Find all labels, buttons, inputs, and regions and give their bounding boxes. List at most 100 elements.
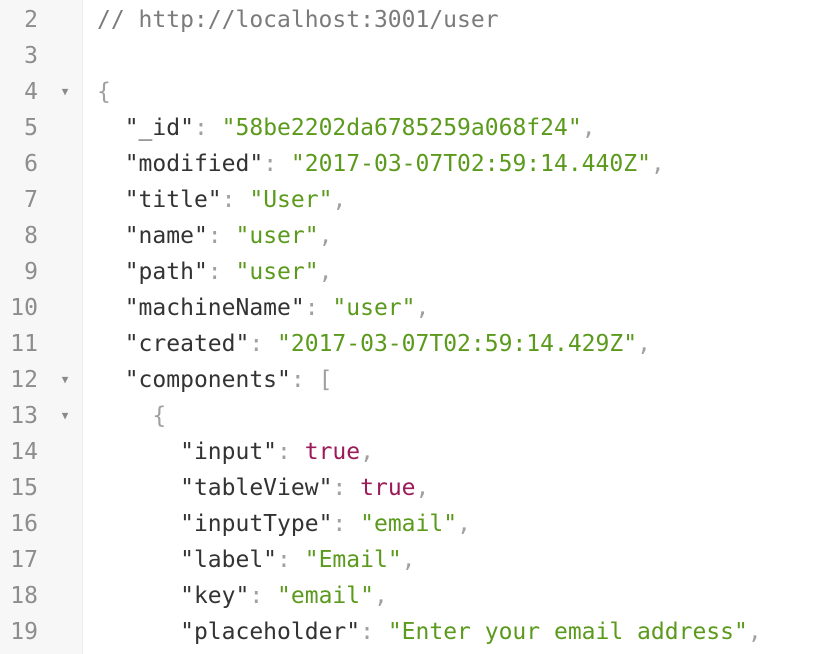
colon-separator: : <box>277 547 305 573</box>
code-text: "path": "user", <box>97 254 333 290</box>
code-line[interactable]: 11 "created": "2017-03-07T02:59:14.429Z"… <box>0 326 837 362</box>
code-line[interactable]: 5 "_id": "58be2202da6785259a068f24", <box>0 110 837 146</box>
code-line[interactable]: 2 // http://localhost:3001/user <box>0 2 837 38</box>
code-text: "key": "email", <box>97 578 388 614</box>
code-line[interactable]: 4 ▼ { <box>0 74 837 110</box>
code-text: "components": [ <box>97 362 333 398</box>
json-key: "created" <box>124 331 250 357</box>
colon-separator: : <box>360 619 388 645</box>
code-line[interactable]: 6 "modified": "2017-03-07T02:59:14.440Z"… <box>0 146 837 182</box>
code-line[interactable]: 7 "title": "User", <box>0 182 837 218</box>
code-text: "placeholder": "Enter your email address… <box>97 614 762 650</box>
fold-arrow-icon[interactable]: ▼ <box>58 74 72 110</box>
code-text: "name": "user", <box>97 218 333 254</box>
colon-separator: : <box>290 367 319 393</box>
fold-arrow-icon[interactable]: ▼ <box>58 398 72 434</box>
code-text: "input": true, <box>97 434 374 470</box>
json-key: "inputType" <box>180 511 333 537</box>
code-line[interactable]: 9 "path": "user", <box>0 254 837 290</box>
json-key: "name" <box>124 223 208 249</box>
line-number: 15 <box>10 475 38 501</box>
code-text: "inputType": "email", <box>97 506 471 542</box>
colon-separator: : <box>249 583 278 609</box>
line-number: 2 <box>24 7 38 33</box>
json-key: "machineName" <box>124 295 305 321</box>
comma: , <box>318 223 333 249</box>
colon-separator: : <box>207 223 236 249</box>
fold-arrow-icon[interactable]: ▼ <box>58 362 72 398</box>
json-string: "user" <box>235 223 319 249</box>
comma: , <box>360 439 374 465</box>
json-key: "path" <box>124 259 208 285</box>
line-number: 5 <box>24 115 38 141</box>
code-text: "tableView": true, <box>97 470 429 506</box>
line-number: 11 <box>10 331 38 357</box>
json-key: "input" <box>180 439 278 465</box>
line-number: 19 <box>10 619 38 645</box>
code-text: { <box>97 74 111 110</box>
line-number: 14 <box>10 439 38 465</box>
line-number: 6 <box>24 151 38 177</box>
comma: , <box>373 583 388 609</box>
code-text: "title": "User", <box>97 182 347 218</box>
colon-separator: : <box>332 475 361 501</box>
line-number: 7 <box>24 187 38 213</box>
code-line[interactable]: 10 "machineName": "user", <box>0 290 837 326</box>
line-number: 13 <box>10 403 38 429</box>
comma: , <box>415 295 430 321</box>
line-number: 4 <box>24 79 38 105</box>
code-line[interactable]: 18 "key": "email", <box>0 578 837 614</box>
code-line[interactable]: 3 <box>0 38 837 74</box>
code-comment: // http://localhost:3001/user <box>97 7 499 33</box>
code-text: "modified": "2017-03-07T02:59:14.440Z", <box>97 146 665 182</box>
colon-separator: : <box>304 295 333 321</box>
line-number: 18 <box>10 583 38 609</box>
code-line[interactable]: 17 "label": "Email", <box>0 542 837 578</box>
json-string: "2017-03-07T02:59:14.440Z" <box>290 151 651 177</box>
code-text: "created": "2017-03-07T02:59:14.429Z", <box>97 326 651 362</box>
json-string: "user" <box>332 295 416 321</box>
json-key: "components" <box>124 367 291 393</box>
comma: , <box>581 115 596 141</box>
open-bracket: { <box>152 403 167 429</box>
json-string: "Email" <box>304 547 402 573</box>
json-string: "58be2202da6785259a068f24" <box>221 115 582 141</box>
line-number: 12 <box>10 367 38 393</box>
line-number: 16 <box>10 511 38 537</box>
code-line[interactable]: 8 "name": "user", <box>0 218 837 254</box>
json-key: "_id" <box>124 115 194 141</box>
comma: , <box>401 547 416 573</box>
code-line[interactable]: 19 "placeholder": "Enter your email addr… <box>0 614 837 650</box>
comma: , <box>332 187 347 213</box>
code-lines[interactable]: 2 // http://localhost:3001/user 3 4 ▼ {5 "_id… <box>0 2 837 650</box>
json-string: "User" <box>249 187 333 213</box>
colon-separator: : <box>277 439 305 465</box>
json-key: "modified" <box>124 151 264 177</box>
line-number: 10 <box>10 295 38 321</box>
code-line[interactable]: 13 ▼ { <box>0 398 837 434</box>
open-bracket: [ <box>318 367 333 393</box>
code-line[interactable]: 16 "inputType": "email", <box>0 506 837 542</box>
colon-separator: : <box>332 511 361 537</box>
line-number: 8 <box>24 223 38 249</box>
comma: , <box>457 511 471 537</box>
code-editor[interactable]: 2 // http://localhost:3001/user 3 4 ▼ {5 "_id… <box>0 0 837 654</box>
code-text: "machineName": "user", <box>97 290 430 326</box>
json-string: "Enter your email address" <box>387 619 748 645</box>
line-number: 9 <box>24 259 38 285</box>
code-text: "label": "Email", <box>97 542 416 578</box>
line-number: 3 <box>24 43 38 69</box>
json-boolean: true <box>304 439 361 465</box>
code-line[interactable]: 15 "tableView": true, <box>0 470 837 506</box>
json-key: "title" <box>124 187 222 213</box>
comma: , <box>650 151 665 177</box>
code-line[interactable]: 14 "input": true, <box>0 434 837 470</box>
line-number: 17 <box>10 547 38 573</box>
code-line[interactable]: 12 ▼ "components": [ <box>0 362 837 398</box>
